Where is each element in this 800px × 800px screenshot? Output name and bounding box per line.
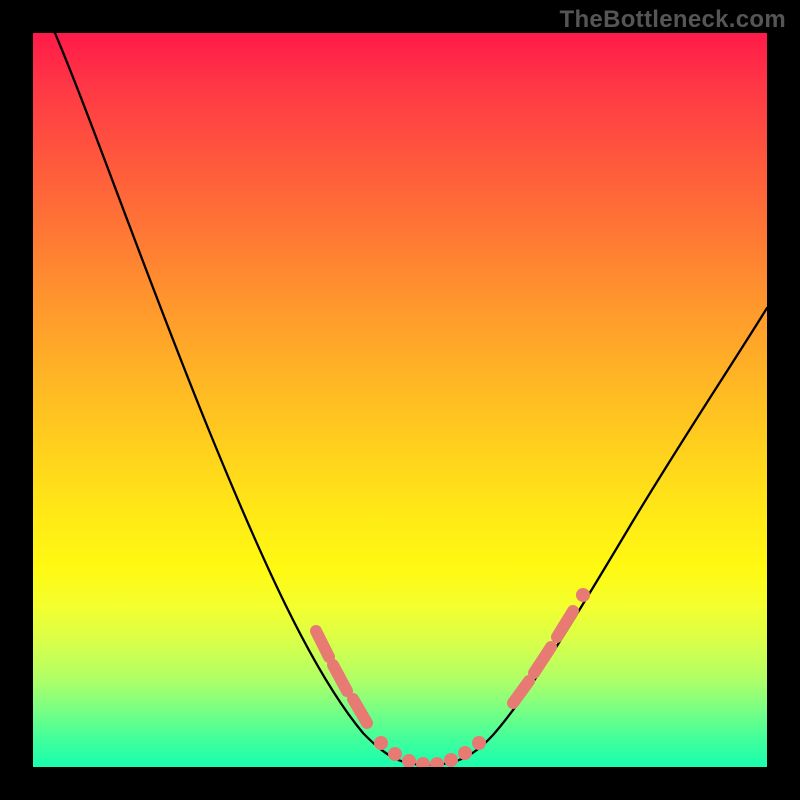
marker-dot	[444, 753, 458, 767]
marker-dot	[430, 757, 444, 767]
marker-seg-left-3	[353, 699, 367, 723]
marker-dot	[402, 754, 416, 767]
marker-dot	[416, 757, 430, 767]
marker-dot	[472, 736, 486, 750]
bottleneck-curve	[33, 33, 767, 767]
chart-frame: TheBottleneck.com	[0, 0, 800, 800]
marker-seg-right-1	[513, 681, 529, 703]
marker-dot	[458, 746, 472, 760]
marker-seg-left-1	[316, 631, 329, 657]
marker-dot	[374, 736, 388, 750]
marker-dot	[388, 747, 402, 761]
curve-path	[55, 33, 767, 765]
chart-plot-area	[33, 33, 767, 767]
marker-seg-right-3	[557, 611, 573, 637]
marker-seg-left-2	[333, 665, 347, 691]
watermark-text: TheBottleneck.com	[560, 6, 786, 34]
marker-seg-right-2	[534, 647, 551, 673]
marker-dot	[576, 588, 590, 602]
